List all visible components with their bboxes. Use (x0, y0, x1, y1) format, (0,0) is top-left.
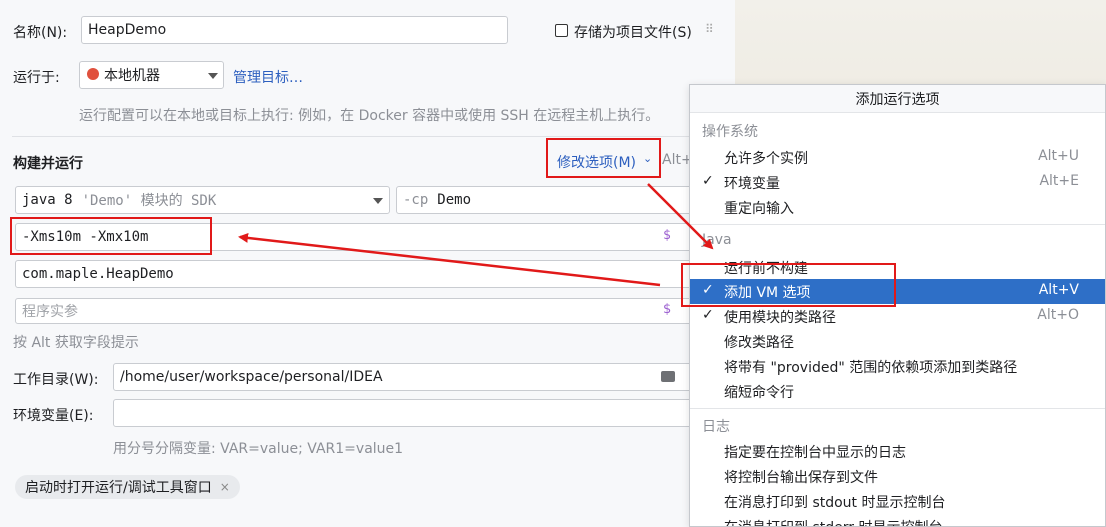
arrow-to-popup (647, 183, 714, 250)
arrow-to-vm-field (238, 232, 661, 287)
annotation-arrows (238, 183, 714, 287)
